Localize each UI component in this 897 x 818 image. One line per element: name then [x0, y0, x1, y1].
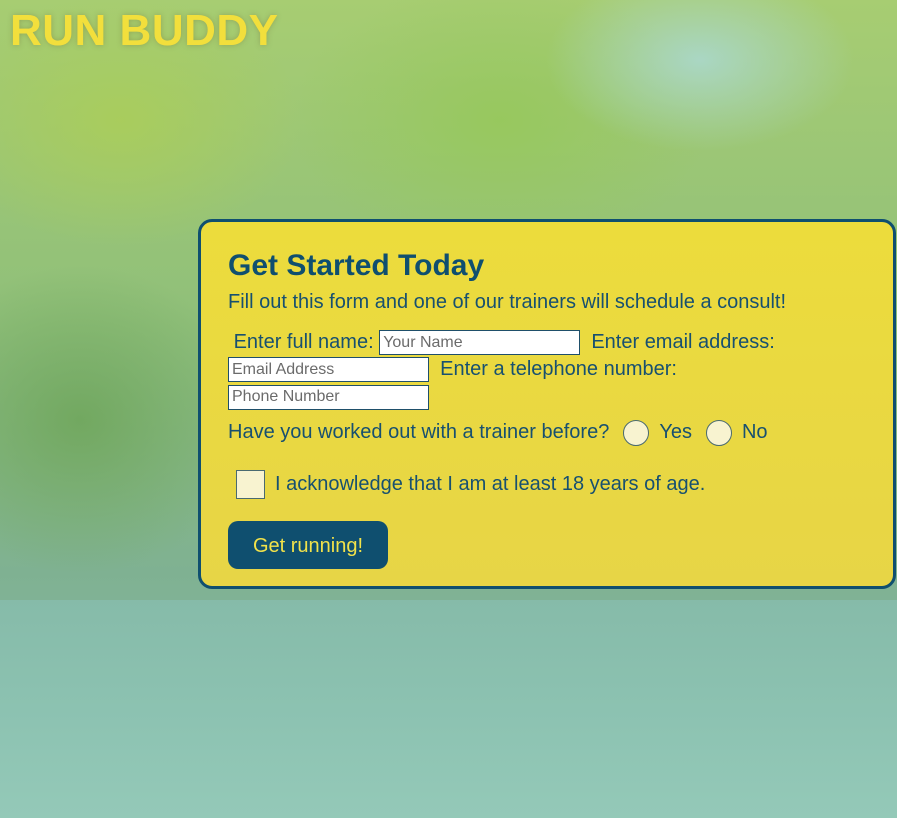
age-ack-label: I acknowledge that I am at least 18 year… — [275, 472, 706, 495]
signup-form: Get Started Today Fill out this form and… — [198, 219, 896, 589]
contact-fields: Enter full name: Enter email address: En… — [228, 330, 808, 410]
form-subtitle: Fill out this form and one of our traine… — [228, 291, 787, 313]
no-radio[interactable] — [705, 419, 732, 446]
phone-input[interactable] — [228, 384, 429, 410]
background-road — [0, 600, 897, 818]
yes-radio[interactable] — [623, 419, 650, 446]
brand-logo: RUN BUDDY — [10, 6, 279, 55]
age-ack-row: I acknowledge that I am at least 18 year… — [228, 469, 865, 499]
trainer-question-label: Have you worked out with a trainer befor… — [228, 421, 610, 444]
age-ack-checkbox[interactable] — [236, 469, 265, 499]
email-input[interactable] — [228, 357, 429, 383]
no-label: No — [741, 421, 768, 444]
get-running-button[interactable]: Get running! — [228, 520, 388, 569]
trainer-question-row: Have you worked out with a trainer befor… — [228, 419, 865, 446]
phone-label: Enter a telephone number: — [440, 358, 677, 381]
email-label: Enter email address: — [591, 331, 775, 353]
yes-label: Yes — [659, 421, 692, 444]
form-title: Get Started Today — [228, 249, 485, 282]
name-input[interactable] — [379, 330, 581, 356]
name-label: Enter full name: — [233, 331, 374, 353]
